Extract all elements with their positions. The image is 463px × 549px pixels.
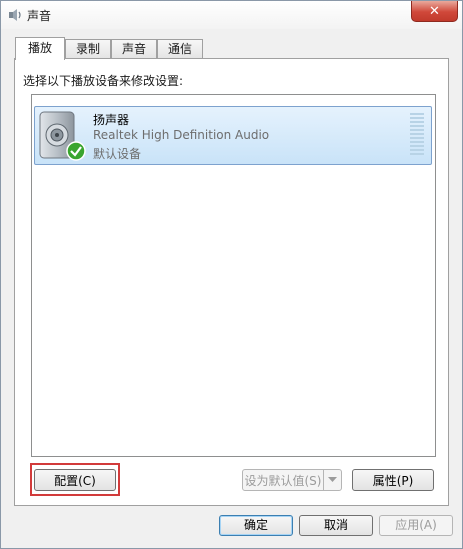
sound-app-icon (9, 9, 21, 21)
tab-playback[interactable]: 播放 (15, 37, 65, 60)
device-item-speakers[interactable]: 扬声器 Realtek High Definition Audio 默认设备 (34, 106, 432, 165)
cancel-button[interactable]: 取消 (299, 515, 373, 536)
device-list[interactable]: 扬声器 Realtek High Definition Audio 默认设备 (31, 94, 436, 457)
volume-level-meter (410, 113, 424, 155)
playback-panel: 选择以下播放设备来修改设置: 扬声器 Realtek High Definiti… (14, 58, 449, 506)
ok-button[interactable]: 确定 (219, 515, 293, 536)
tab-recording[interactable]: 录制 (65, 39, 111, 58)
instruction-text: 选择以下播放设备来修改设置: (23, 74, 184, 88)
set-default-label: 设为默认值(S) (244, 474, 322, 488)
device-status: 默认设备 (93, 147, 142, 161)
tab-communications[interactable]: 通信 (157, 39, 203, 58)
properties-button[interactable]: 属性(P) (352, 469, 434, 491)
configure-highlight (30, 463, 120, 496)
sound-dialog: 声音 ✕ 播放 录制 声音 通信 选择以下播放设备来修改设置: 扬声器 Real… (0, 0, 463, 549)
title-bar[interactable]: 声音 ✕ (1, 1, 462, 29)
set-default-button[interactable]: 设为默认值(S) (242, 469, 342, 491)
close-icon: ✕ (429, 3, 440, 19)
apply-button[interactable]: 应用(A) (379, 515, 453, 536)
window-title: 声音 (27, 9, 52, 23)
tab-sounds[interactable]: 声音 (111, 39, 157, 58)
device-driver: Realtek High Definition Audio (93, 128, 270, 142)
device-name: 扬声器 (93, 113, 130, 127)
close-button[interactable]: ✕ (411, 1, 458, 22)
green-check-icon (66, 141, 86, 161)
chevron-down-icon (328, 477, 337, 482)
set-default-dropdown[interactable] (323, 470, 341, 490)
